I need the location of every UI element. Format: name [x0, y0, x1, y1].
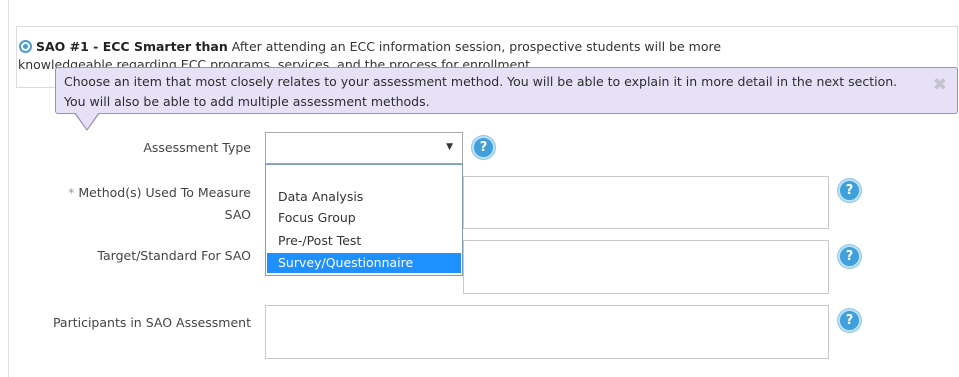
- required-asterisk: *: [68, 185, 75, 200]
- dropdown-option-pre-post-test[interactable]: Pre-/Post Test: [267, 231, 461, 251]
- left-divider: [8, 0, 9, 377]
- help-tooltip: Choose an item that most closely relates…: [55, 67, 958, 114]
- participants-textarea[interactable]: [265, 305, 829, 359]
- sao-description: After attending an ECC information sessi…: [231, 39, 722, 54]
- sao-header: SAO #1 - ECC Smarter than After attendin…: [36, 39, 721, 54]
- dropdown-option-focus-group[interactable]: Focus Group: [267, 208, 461, 228]
- dropdown-option-data-analysis[interactable]: Data Analysis: [267, 187, 461, 207]
- method-help-icon[interactable]: ?: [838, 179, 861, 202]
- dropdown-option-survey-questionnaire[interactable]: Survey/Questionnaire: [267, 253, 461, 273]
- method-label-line2: SAO: [224, 207, 251, 222]
- target-help-icon[interactable]: ?: [838, 245, 861, 268]
- assessment-type-label: Assessment Type: [143, 140, 251, 155]
- method-label-line1: Method(s) Used To Measure: [78, 185, 251, 200]
- assessment-type-help-icon[interactable]: ?: [472, 136, 495, 159]
- sao-title: SAO #1 - ECC Smarter than: [36, 39, 228, 54]
- target-label: Target/Standard For SAO: [97, 248, 251, 263]
- sao-radio-icon[interactable]: [19, 40, 32, 53]
- participants-label: Participants in SAO Assessment: [52, 315, 251, 330]
- chevron-down-icon: ▼: [446, 142, 453, 152]
- tooltip-text: Choose an item that most closely relates…: [64, 74, 898, 109]
- tooltip-pointer: [74, 112, 100, 131]
- participants-help-icon[interactable]: ?: [838, 309, 861, 332]
- method-label: * Method(s) Used To Measure SAO: [14, 182, 251, 226]
- assessment-type-dropdown: Data Analysis Focus Group Pre-/Post Test…: [265, 164, 463, 276]
- close-icon[interactable]: ✖: [933, 75, 947, 95]
- target-textarea[interactable]: [463, 240, 829, 294]
- assessment-type-select[interactable]: ▼: [265, 132, 463, 164]
- method-textarea[interactable]: [463, 176, 829, 229]
